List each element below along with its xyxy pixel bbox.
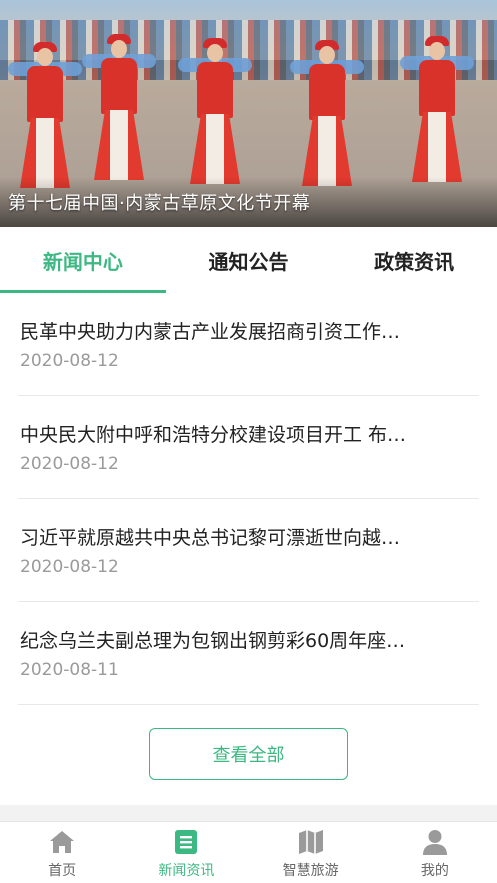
news-title: 纪念乌兰夫副总理为包钢出钢剪彩60周年座… [20,630,406,652]
news-date: 2020-08-12 [20,351,119,371]
nav-item-tourism[interactable]: 智慧旅游 [249,822,373,883]
news-title: 中央民大附中呼和浩特分校建设项目开工 布… [20,424,407,446]
banner-caption: 第十七届中国·内蒙古草原文化节开幕 [8,193,311,214]
nav-item-news[interactable]: 新闻资讯 [124,822,248,883]
news-tabs: 新闻中心 通知公告 政策资讯 [0,227,497,293]
news-list-item[interactable]: 纪念乌兰夫副总理为包钢出钢剪彩60周年座… 2020-08-11 [18,602,479,705]
home-icon [50,831,75,853]
news-date: 2020-08-12 [20,454,119,474]
nav-item-home[interactable]: 首页 [0,822,124,883]
banner-dancer [8,42,82,198]
nav-label: 智慧旅游 [282,863,339,879]
tab-news-center[interactable]: 新闻中心 [0,227,166,293]
app-screen: 第十七届中国·内蒙古草原文化节开幕 新闻中心 通知公告 政策资讯 民革中央助力内… [0,0,497,883]
banner-dancer [290,40,364,196]
tab-policy-info[interactable]: 政策资讯 [331,227,497,293]
news-title: 民革中央助力内蒙古产业发展招商引资工作… [20,321,401,343]
banner-carousel[interactable]: 第十七届中国·内蒙古草原文化节开幕 [0,0,497,227]
user-icon [422,830,447,855]
news-icon [175,830,198,854]
nav-label: 新闻资讯 [158,863,215,879]
news-date: 2020-08-11 [20,660,119,680]
nav-item-profile[interactable]: 我的 [373,822,497,883]
map-icon [298,830,323,854]
banner-dancer [400,36,474,192]
news-list-item[interactable]: 中央民大附中呼和浩特分校建设项目开工 布… 2020-08-12 [18,396,479,499]
news-list-item[interactable]: 民革中央助力内蒙古产业发展招商引资工作… 2020-08-12 [18,293,479,396]
news-date: 2020-08-12 [20,557,119,577]
tab-notices[interactable]: 通知公告 [166,227,332,293]
nav-label: 首页 [48,863,77,879]
banner-dancer [82,34,156,190]
nav-label: 我的 [420,863,449,879]
bottom-nav: 首页 新闻资讯 智慧旅游 我的 [0,821,497,883]
news-list-item[interactable]: 习近平就原越共中央总书记黎可漂逝世向越… 2020-08-12 [18,499,479,602]
banner-dancer [178,38,252,194]
view-all-button[interactable]: 查看全部 [149,728,348,780]
news-title: 习近平就原越共中央总书记黎可漂逝世向越… [20,527,401,549]
